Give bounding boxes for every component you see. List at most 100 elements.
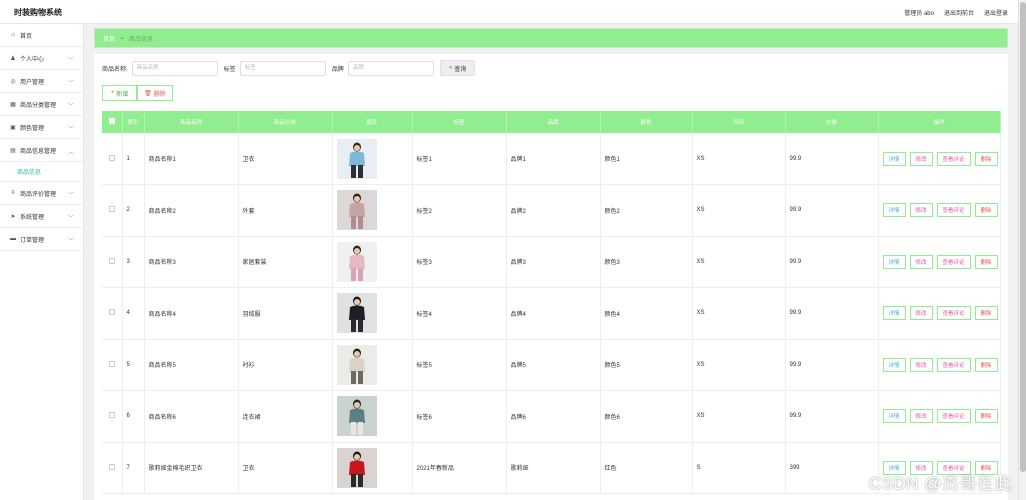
brand-label: 品牌	[331, 66, 344, 73]
goods-table: 索引 商品名称 商品分类 图片 标签 品牌 颜色 尺码 价格 操作 1 商品名称1 卫衣 标签1 品牌1 颜…	[102, 111, 1001, 494]
sidebar-item[interactable]: ◎ 用户管理 ﹀	[0, 70, 83, 93]
delete-row-button[interactable]: 删除	[974, 357, 998, 372]
column-header: 商品名称	[144, 111, 239, 133]
cell-size: XS	[692, 236, 786, 288]
sidebar-item[interactable]: ▣ 颜色管理 ﹀	[0, 116, 83, 139]
view-reviews-button[interactable]: 查看评论	[936, 151, 971, 166]
sidebar-item[interactable]: ➤ 系统管理 ﹀	[0, 205, 83, 228]
scrollbar-thumb[interactable]	[1020, 2, 1026, 472]
query-button[interactable]: ○ 查询	[439, 60, 476, 76]
sidebar-item[interactable]: ▬ 订单管理 ﹀	[0, 228, 83, 251]
cell-index: 4	[122, 287, 145, 339]
name-search-input[interactable]	[131, 60, 218, 76]
cell-color: 颜色1	[600, 133, 693, 185]
add-button[interactable]: + 新增	[102, 85, 137, 101]
table-header-row: 索引 商品名称 商品分类 图片 标签 品牌 颜色 尺码 价格 操作	[102, 111, 1001, 133]
detail-button[interactable]: 详情	[882, 306, 906, 321]
product-image-cell	[332, 442, 413, 494]
detail-button[interactable]: 详情	[882, 151, 906, 166]
cell-tag: 标签6	[412, 390, 507, 442]
product-image-cell	[332, 133, 413, 185]
row-checkbox[interactable]	[102, 390, 123, 442]
view-reviews-button[interactable]: 查看评论	[936, 409, 971, 424]
cell-tag: 标签5	[412, 339, 507, 391]
edit-button[interactable]: 修改	[909, 203, 933, 218]
product-image-cell	[332, 339, 413, 391]
batch-delete-button[interactable]: 🗑 删除	[137, 85, 173, 101]
breadcrumb-current: 商品信息	[129, 36, 154, 43]
sidebar-item[interactable]: ≡ 商品评价管理 ﹀	[0, 182, 83, 205]
tag-search-input[interactable]	[239, 60, 326, 76]
view-reviews-button[interactable]: 查看评论	[936, 203, 971, 218]
table-row: 6 商品名称6 连衣裙 标签6 品牌6 颜色6 XS 99.9 详情 修改 查看评论 删除	[102, 390, 1001, 442]
row-actions: 详情 修改 查看评论 删除	[878, 339, 1001, 391]
sidebar-subitem-goods-info[interactable]: 商品信息	[0, 162, 83, 182]
cell-category: 卫衣	[238, 133, 333, 185]
product-image[interactable]	[336, 241, 377, 282]
plus-icon: +	[110, 90, 115, 96]
product-image[interactable]	[336, 293, 377, 334]
product-image[interactable]	[336, 396, 377, 437]
sidebar: ⌂ 首页 ♟ 个人中心 ﹀ ◎ 用户管理 ﹀ ▦ 商品分类管理 ﹀ ▣ 颜色管理 ﹀ ▤ 商品信息管理 ︿ 商品信…	[0, 24, 84, 500]
logout-link[interactable]: 退出登录	[984, 8, 1008, 17]
edit-button[interactable]: 修改	[909, 409, 933, 424]
cell-category: 外套	[238, 184, 333, 236]
row-checkbox[interactable]	[102, 133, 123, 185]
header-links: 管理员 abo 退出到前台 退出登录	[904, 8, 1008, 17]
delete-row-button[interactable]: 删除	[974, 306, 998, 321]
detail-button[interactable]: 详情	[882, 254, 906, 269]
detail-button[interactable]: 详情	[882, 203, 906, 218]
row-checkbox[interactable]	[102, 287, 123, 339]
view-reviews-button[interactable]: 查看评论	[936, 254, 971, 269]
cell-tag: 标签1	[412, 133, 507, 185]
row-checkbox[interactable]	[102, 236, 123, 288]
delete-row-button[interactable]: 删除	[974, 254, 998, 269]
cell-brand: 品牌1	[506, 133, 601, 185]
breadcrumb-home[interactable]: 首页	[103, 34, 115, 43]
chevron-down-icon: ﹀	[67, 58, 74, 64]
row-checkbox[interactable]	[102, 184, 123, 236]
sidebar-item[interactable]: ⌂ 首页	[0, 24, 83, 47]
detail-button[interactable]: 详情	[882, 357, 906, 372]
edit-button[interactable]: 修改	[909, 306, 933, 321]
edit-button[interactable]: 修改	[909, 151, 933, 166]
cell-index: 7	[122, 442, 145, 494]
column-header: 商品分类	[238, 111, 333, 133]
product-image[interactable]	[336, 138, 377, 179]
row-checkbox[interactable]	[102, 339, 123, 391]
cell-price: 99.9	[785, 184, 879, 236]
action-bar: + 新增 🗑 删除	[102, 85, 173, 101]
sidebar-item[interactable]: ▦ 商品分类管理 ﹀	[0, 93, 83, 116]
delete-row-button[interactable]: 删除	[974, 151, 998, 166]
cell-size: XS	[692, 133, 786, 185]
cell-brand: 品牌3	[506, 236, 601, 288]
page-scrollbar[interactable]	[1018, 0, 1026, 500]
select-all-checkbox[interactable]	[102, 111, 123, 133]
breadcrumb: 首页 → 商品信息	[94, 28, 1008, 48]
view-reviews-button[interactable]: 查看评论	[936, 357, 971, 372]
row-checkbox[interactable]	[102, 442, 123, 494]
goto-front-link[interactable]: 退出到前台	[944, 8, 974, 17]
cell-color: 颜色5	[600, 339, 693, 391]
edit-button[interactable]: 修改	[909, 254, 933, 269]
sidebar-item[interactable]: ♟ 个人中心 ﹀	[0, 47, 83, 70]
edit-button[interactable]: 修改	[909, 357, 933, 372]
delete-row-button[interactable]: 删除	[974, 203, 998, 218]
product-image[interactable]	[336, 344, 377, 385]
sidebar-item-label: 系统管理	[20, 214, 45, 221]
row-actions: 详情 修改 查看评论 删除	[878, 390, 1001, 442]
view-reviews-button[interactable]: 查看评论	[936, 306, 971, 321]
delete-row-button[interactable]: 删除	[974, 409, 998, 424]
cell-name: 商品名称3	[144, 236, 239, 288]
product-image[interactable]	[336, 190, 377, 231]
brand-search-input[interactable]	[347, 60, 434, 76]
detail-button[interactable]: 详情	[882, 409, 906, 424]
sidebar-item[interactable]: ▤ 商品信息管理 ︿	[0, 139, 83, 162]
product-image[interactable]	[336, 447, 377, 488]
column-header: 价格	[785, 111, 879, 133]
cell-category: 卫衣	[238, 442, 333, 494]
watermark: CSDN @杰哥在此	[868, 474, 1012, 493]
cell-index: 5	[122, 339, 145, 391]
sidebar-item-label: 颜色管理	[20, 125, 45, 132]
cell-brand: 品牌5	[506, 339, 601, 391]
